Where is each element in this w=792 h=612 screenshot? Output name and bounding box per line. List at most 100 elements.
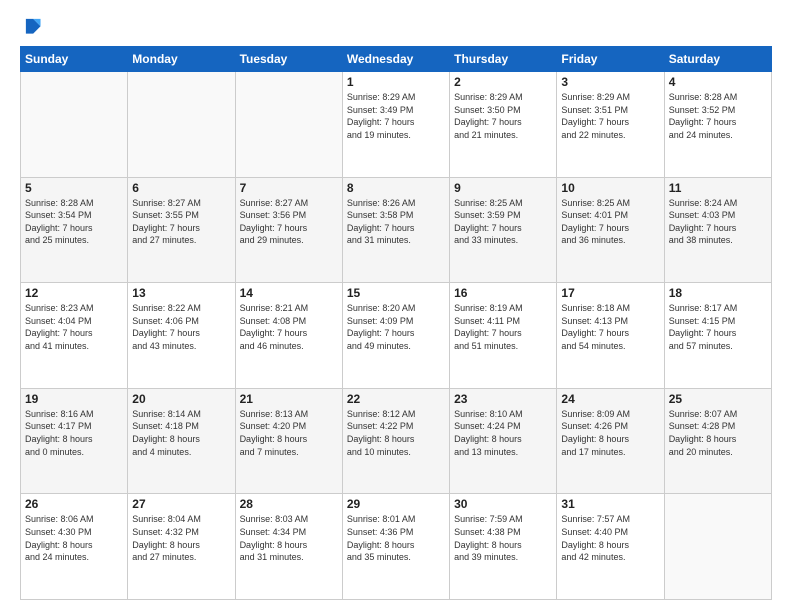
day-info: Sunrise: 7:57 AM Sunset: 4:40 PM Dayligh… xyxy=(561,513,659,563)
calendar-cell: 23 Sunrise: 8:10 AM Sunset: 4:24 PM Dayli… xyxy=(450,388,557,494)
calendar-week-row: 1 Sunrise: 8:29 AM Sunset: 3:49 PM Daylig… xyxy=(21,72,772,178)
calendar-cell: 1 Sunrise: 8:29 AM Sunset: 3:49 PM Daylig… xyxy=(342,72,449,178)
header xyxy=(20,16,772,38)
day-number: 23 xyxy=(454,392,552,406)
day-number: 25 xyxy=(669,392,767,406)
day-info: Sunrise: 7:59 AM Sunset: 4:38 PM Dayligh… xyxy=(454,513,552,563)
day-number: 29 xyxy=(347,497,445,511)
calendar-table: SundayMondayTuesdayWednesdayThursdayFrid… xyxy=(20,46,772,600)
day-number: 28 xyxy=(240,497,338,511)
calendar-week-row: 26 Sunrise: 8:06 AM Sunset: 4:30 PM Dayli… xyxy=(21,494,772,600)
day-info: Sunrise: 8:04 AM Sunset: 4:32 PM Dayligh… xyxy=(132,513,230,563)
calendar-cell xyxy=(128,72,235,178)
day-number: 14 xyxy=(240,286,338,300)
day-info: Sunrise: 8:06 AM Sunset: 4:30 PM Dayligh… xyxy=(25,513,123,563)
calendar-cell xyxy=(235,72,342,178)
day-info: Sunrise: 8:26 AM Sunset: 3:58 PM Dayligh… xyxy=(347,197,445,247)
day-number: 4 xyxy=(669,75,767,89)
logo-icon xyxy=(20,16,42,38)
day-info: Sunrise: 8:09 AM Sunset: 4:26 PM Dayligh… xyxy=(561,408,659,458)
calendar-cell: 21 Sunrise: 8:13 AM Sunset: 4:20 PM Dayli… xyxy=(235,388,342,494)
page: SundayMondayTuesdayWednesdayThursdayFrid… xyxy=(0,0,792,612)
calendar-cell: 2 Sunrise: 8:29 AM Sunset: 3:50 PM Daylig… xyxy=(450,72,557,178)
calendar-cell: 4 Sunrise: 8:28 AM Sunset: 3:52 PM Daylig… xyxy=(664,72,771,178)
day-number: 13 xyxy=(132,286,230,300)
day-number: 26 xyxy=(25,497,123,511)
calendar-cell: 24 Sunrise: 8:09 AM Sunset: 4:26 PM Dayli… xyxy=(557,388,664,494)
calendar-cell: 29 Sunrise: 8:01 AM Sunset: 4:36 PM Dayli… xyxy=(342,494,449,600)
calendar-cell: 16Sunrise: 8:19 AM Sunset: 4:11 PM Dayli… xyxy=(450,283,557,389)
day-info: Sunrise: 8:19 AM Sunset: 4:11 PM Dayligh… xyxy=(454,302,552,352)
day-info: Sunrise: 8:18 AM Sunset: 4:13 PM Dayligh… xyxy=(561,302,659,352)
day-number: 22 xyxy=(347,392,445,406)
day-number: 3 xyxy=(561,75,659,89)
day-number: 5 xyxy=(25,181,123,195)
calendar-week-row: 5 Sunrise: 8:28 AM Sunset: 3:54 PM Daylig… xyxy=(21,177,772,283)
day-number: 31 xyxy=(561,497,659,511)
day-info: Sunrise: 8:07 AM Sunset: 4:28 PM Dayligh… xyxy=(669,408,767,458)
calendar-cell: 27 Sunrise: 8:04 AM Sunset: 4:32 PM Dayli… xyxy=(128,494,235,600)
calendar-cell: 9Sunrise: 8:25 AM Sunset: 3:59 PM Daylig… xyxy=(450,177,557,283)
calendar-cell: 28 Sunrise: 8:03 AM Sunset: 4:34 PM Dayli… xyxy=(235,494,342,600)
day-info: Sunrise: 8:10 AM Sunset: 4:24 PM Dayligh… xyxy=(454,408,552,458)
day-info: Sunrise: 8:03 AM Sunset: 4:34 PM Dayligh… xyxy=(240,513,338,563)
day-info: Sunrise: 8:29 AM Sunset: 3:50 PM Dayligh… xyxy=(454,91,552,141)
day-number: 27 xyxy=(132,497,230,511)
day-info: Sunrise: 8:22 AM Sunset: 4:06 PM Dayligh… xyxy=(132,302,230,352)
day-info: Sunrise: 8:28 AM Sunset: 3:52 PM Dayligh… xyxy=(669,91,767,141)
day-number: 10 xyxy=(561,181,659,195)
calendar-week-row: 19Sunrise: 8:16 AM Sunset: 4:17 PM Dayli… xyxy=(21,388,772,494)
day-info: Sunrise: 8:13 AM Sunset: 4:20 PM Dayligh… xyxy=(240,408,338,458)
day-info: Sunrise: 8:29 AM Sunset: 3:49 PM Dayligh… xyxy=(347,91,445,141)
day-number: 1 xyxy=(347,75,445,89)
day-number: 17 xyxy=(561,286,659,300)
day-info: Sunrise: 8:24 AM Sunset: 4:03 PM Dayligh… xyxy=(669,197,767,247)
weekday-header: Tuesday xyxy=(235,47,342,72)
day-info: Sunrise: 8:17 AM Sunset: 4:15 PM Dayligh… xyxy=(669,302,767,352)
weekday-header: Monday xyxy=(128,47,235,72)
calendar-cell: 10Sunrise: 8:25 AM Sunset: 4:01 PM Dayli… xyxy=(557,177,664,283)
weekday-header: Sunday xyxy=(21,47,128,72)
calendar-cell: 6Sunrise: 8:27 AM Sunset: 3:55 PM Daylig… xyxy=(128,177,235,283)
logo xyxy=(20,16,44,38)
day-number: 24 xyxy=(561,392,659,406)
day-info: Sunrise: 8:27 AM Sunset: 3:56 PM Dayligh… xyxy=(240,197,338,247)
day-info: Sunrise: 8:23 AM Sunset: 4:04 PM Dayligh… xyxy=(25,302,123,352)
day-number: 12 xyxy=(25,286,123,300)
calendar-cell xyxy=(21,72,128,178)
calendar-week-row: 12 Sunrise: 8:23 AM Sunset: 4:04 PM Dayli… xyxy=(21,283,772,389)
calendar-cell: 11 Sunrise: 8:24 AM Sunset: 4:03 PM Dayli… xyxy=(664,177,771,283)
day-number: 7 xyxy=(240,181,338,195)
calendar-cell: 5 Sunrise: 8:28 AM Sunset: 3:54 PM Daylig… xyxy=(21,177,128,283)
day-info: Sunrise: 8:14 AM Sunset: 4:18 PM Dayligh… xyxy=(132,408,230,458)
calendar-cell: 30Sunrise: 7:59 AM Sunset: 4:38 PM Dayli… xyxy=(450,494,557,600)
calendar-cell: 14 Sunrise: 8:21 AM Sunset: 4:08 PM Dayli… xyxy=(235,283,342,389)
calendar-cell: 17 Sunrise: 8:18 AM Sunset: 4:13 PM Dayli… xyxy=(557,283,664,389)
day-info: Sunrise: 8:12 AM Sunset: 4:22 PM Dayligh… xyxy=(347,408,445,458)
calendar-cell: 7 Sunrise: 8:27 AM Sunset: 3:56 PM Daylig… xyxy=(235,177,342,283)
day-number: 2 xyxy=(454,75,552,89)
calendar-cell: 20 Sunrise: 8:14 AM Sunset: 4:18 PM Dayli… xyxy=(128,388,235,494)
calendar-cell: 18Sunrise: 8:17 AM Sunset: 4:15 PM Dayli… xyxy=(664,283,771,389)
day-number: 20 xyxy=(132,392,230,406)
weekday-header: Thursday xyxy=(450,47,557,72)
calendar-cell: 19Sunrise: 8:16 AM Sunset: 4:17 PM Dayli… xyxy=(21,388,128,494)
day-info: Sunrise: 8:16 AM Sunset: 4:17 PM Dayligh… xyxy=(25,408,123,458)
calendar-cell: 13 Sunrise: 8:22 AM Sunset: 4:06 PM Dayli… xyxy=(128,283,235,389)
day-info: Sunrise: 8:27 AM Sunset: 3:55 PM Dayligh… xyxy=(132,197,230,247)
calendar-header-row: SundayMondayTuesdayWednesdayThursdayFrid… xyxy=(21,47,772,72)
day-number: 21 xyxy=(240,392,338,406)
day-info: Sunrise: 8:01 AM Sunset: 4:36 PM Dayligh… xyxy=(347,513,445,563)
calendar-cell: 26 Sunrise: 8:06 AM Sunset: 4:30 PM Dayli… xyxy=(21,494,128,600)
day-info: Sunrise: 8:28 AM Sunset: 3:54 PM Dayligh… xyxy=(25,197,123,247)
calendar-cell: 3Sunrise: 8:29 AM Sunset: 3:51 PM Daylig… xyxy=(557,72,664,178)
day-number: 11 xyxy=(669,181,767,195)
calendar-cell: 31 Sunrise: 7:57 AM Sunset: 4:40 PM Dayli… xyxy=(557,494,664,600)
day-info: Sunrise: 8:21 AM Sunset: 4:08 PM Dayligh… xyxy=(240,302,338,352)
day-number: 15 xyxy=(347,286,445,300)
day-info: Sunrise: 8:20 AM Sunset: 4:09 PM Dayligh… xyxy=(347,302,445,352)
calendar-cell: 8Sunrise: 8:26 AM Sunset: 3:58 PM Daylig… xyxy=(342,177,449,283)
calendar-cell: 15 Sunrise: 8:20 AM Sunset: 4:09 PM Dayli… xyxy=(342,283,449,389)
weekday-header: Friday xyxy=(557,47,664,72)
day-info: Sunrise: 8:25 AM Sunset: 3:59 PM Dayligh… xyxy=(454,197,552,247)
